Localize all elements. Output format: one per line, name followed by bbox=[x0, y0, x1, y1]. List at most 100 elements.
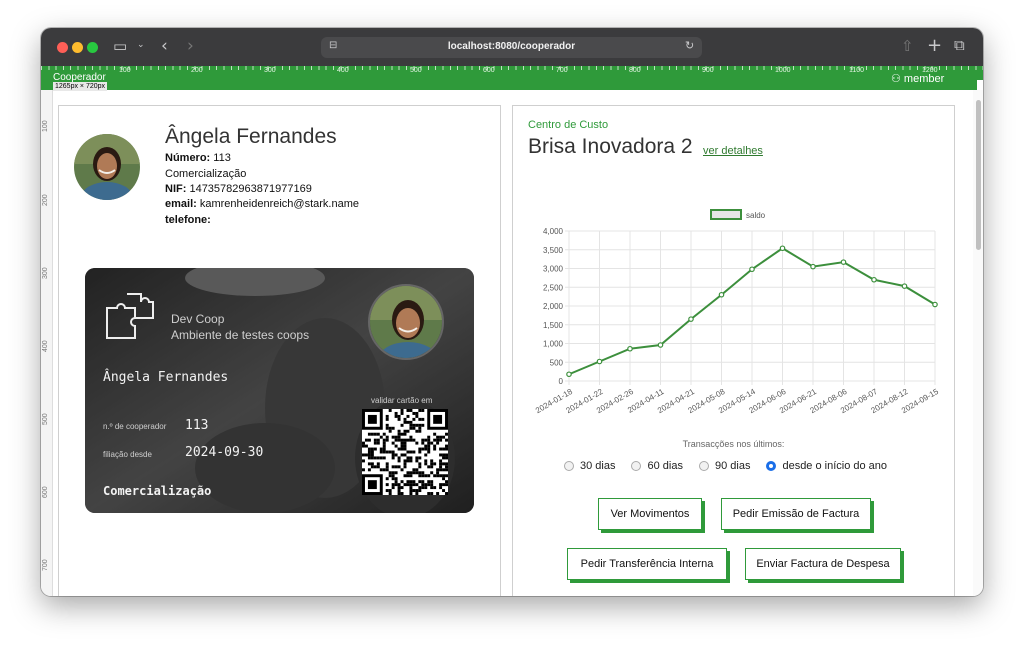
data-point bbox=[627, 345, 633, 352]
send-expense-invoice-button[interactable]: Enviar Factura de Despesa bbox=[745, 548, 901, 580]
request-invoice-button[interactable]: Pedir Emissão de Factura bbox=[721, 498, 871, 530]
new-tab-icon[interactable]: + bbox=[927, 37, 942, 55]
y-tick-label: 2,000 bbox=[543, 302, 564, 311]
internal-transfer-button[interactable]: Pedir Transferência Interna bbox=[567, 548, 727, 580]
period-option-30[interactable]: 30 dias bbox=[564, 460, 615, 472]
member-name: Ângela Fernandes bbox=[165, 125, 337, 148]
data-point bbox=[566, 371, 572, 378]
card-since-date: 2024-09-30 bbox=[185, 445, 264, 460]
minimize-window-button[interactable] bbox=[72, 42, 83, 53]
legend-label: saldo bbox=[746, 211, 766, 220]
radio-button-selected[interactable] bbox=[766, 461, 777, 471]
share-icon[interactable]: ⇧ bbox=[901, 39, 914, 54]
card-number: 113 bbox=[185, 418, 209, 433]
ruler-tick: 1000 bbox=[775, 67, 791, 74]
y-tick-label: 1,500 bbox=[543, 321, 564, 330]
qr-code[interactable] bbox=[362, 409, 448, 495]
period-label: Transacções nos últimos: bbox=[682, 439, 785, 449]
data-point bbox=[901, 283, 908, 289]
cost-center-label: Centro de Custo bbox=[528, 119, 609, 131]
address-bar[interactable]: ⊟ localhost:8080/cooperador ↻ bbox=[321, 37, 702, 58]
sidebar-toggle-icon[interactable]: ▭ bbox=[113, 39, 127, 54]
radio-button[interactable] bbox=[698, 461, 709, 471]
ruler-tick: 800 bbox=[629, 67, 641, 74]
ruler-tick: 400 bbox=[337, 67, 349, 74]
cost-center-panel: Centro de Custo Brisa Inovadora 2 ver de… bbox=[512, 105, 955, 596]
radio-label: 90 dias bbox=[714, 460, 751, 472]
data-point bbox=[932, 301, 938, 308]
nif-value: 14735782963871977169 bbox=[189, 183, 312, 195]
period-option-90[interactable]: 90 dias bbox=[698, 460, 751, 472]
ruler-tick: 500 bbox=[410, 67, 422, 74]
card-number-label: n.º de cooperador bbox=[103, 422, 167, 431]
member-email: email: kamrenheidenreich@stark.name bbox=[165, 198, 359, 210]
card-since-label: filiação desde bbox=[103, 450, 152, 459]
card-sector: Comercialização bbox=[103, 484, 212, 498]
ruler-tick: 900 bbox=[702, 67, 714, 74]
ruler-tick: 300 bbox=[42, 267, 49, 279]
data-point bbox=[779, 245, 786, 252]
number-label: Número: bbox=[165, 152, 211, 164]
url-text: localhost:8080/cooperador bbox=[447, 41, 576, 52]
title-bar: ▭ ⌄ ‹ › ⊟ localhost:8080/cooperador ↻ ⇧ … bbox=[41, 28, 983, 66]
y-tick-label: 500 bbox=[550, 358, 564, 367]
y-tick-label: 4,000 bbox=[543, 227, 564, 236]
member-number: Número: 113 bbox=[165, 152, 231, 164]
y-tick-label: 2,500 bbox=[543, 283, 564, 292]
ruler-tick: 600 bbox=[483, 67, 495, 74]
radio-button[interactable] bbox=[564, 461, 574, 471]
radio-label: desde o início do ano bbox=[782, 460, 888, 472]
card-org: Dev Coop bbox=[171, 312, 225, 326]
ruler-tick: 200 bbox=[42, 194, 49, 206]
puzzle-logo-icon bbox=[106, 293, 154, 339]
back-icon[interactable]: ‹ bbox=[161, 38, 168, 55]
page-scrollbar[interactable] bbox=[973, 90, 983, 596]
card-member-name: Ângela Fernandes bbox=[103, 370, 229, 385]
vertical-ruler: 100 200 300 400 500 600 700 bbox=[41, 90, 53, 596]
data-point bbox=[596, 358, 603, 365]
view-movements-button[interactable]: Ver Movimentos bbox=[598, 498, 702, 530]
member-panel: Ângela Fernandes Número: 113 Comercializ… bbox=[58, 105, 501, 596]
data-point bbox=[810, 263, 816, 270]
ruler-tick: 500 bbox=[42, 413, 49, 425]
legend-swatch bbox=[710, 209, 742, 220]
app-header-bar bbox=[41, 80, 977, 90]
period-option-ytd[interactable]: desde o início do ano bbox=[766, 460, 887, 472]
period-option-60[interactable]: 60 dias bbox=[631, 460, 683, 472]
y-tick-label: 1,000 bbox=[543, 340, 564, 349]
avatar bbox=[74, 134, 140, 200]
email-value: kamrenheidenreich@stark.name bbox=[199, 198, 359, 210]
scroll-thumb[interactable] bbox=[976, 100, 981, 250]
tab-overview-icon[interactable]: ⧉ bbox=[954, 38, 965, 53]
phone-label: telefone: bbox=[165, 214, 211, 226]
close-window-button[interactable] bbox=[57, 42, 68, 53]
ruler-tick: 200 bbox=[191, 67, 203, 74]
balance-chart: 05001,0001,5002,0002,5003,0003,5004,0002… bbox=[534, 209, 940, 415]
number-value: 113 bbox=[213, 152, 231, 164]
chevron-down-icon[interactable]: ⌄ bbox=[137, 41, 145, 50]
data-point bbox=[871, 276, 877, 283]
radio-label: 60 dias bbox=[647, 460, 683, 472]
member-sector: Comercialização bbox=[165, 168, 247, 180]
user-menu[interactable]: ⚇ member bbox=[891, 72, 944, 85]
user-icon: ⚇ bbox=[891, 73, 904, 85]
forward-icon[interactable]: › bbox=[187, 38, 194, 55]
ruler-tick: 100 bbox=[42, 120, 49, 132]
browser-window: ▭ ⌄ ‹ › ⊟ localhost:8080/cooperador ↻ ⇧ … bbox=[41, 28, 983, 596]
viewport-size: 1265px × 720px bbox=[53, 82, 108, 91]
email-label: email: bbox=[165, 198, 197, 210]
member-card: Dev Coop Ambiente de testes coops Ângela… bbox=[85, 268, 474, 513]
reload-icon[interactable]: ↻ bbox=[685, 40, 694, 51]
ruler-tick: 400 bbox=[42, 340, 49, 352]
y-tick-label: 0 bbox=[559, 377, 564, 386]
card-org-subtitle: Ambiente de testes coops bbox=[171, 328, 310, 342]
radio-label: 30 dias bbox=[580, 460, 616, 472]
maximize-window-button[interactable] bbox=[87, 42, 98, 53]
card-photo bbox=[368, 284, 444, 360]
ruler-tick: 700 bbox=[556, 67, 568, 74]
data-point bbox=[688, 316, 694, 322]
radio-button[interactable] bbox=[631, 461, 642, 471]
y-tick-label: 3,000 bbox=[543, 265, 564, 274]
details-link[interactable]: ver detalhes bbox=[703, 145, 763, 157]
nif-label: NIF: bbox=[165, 183, 187, 195]
